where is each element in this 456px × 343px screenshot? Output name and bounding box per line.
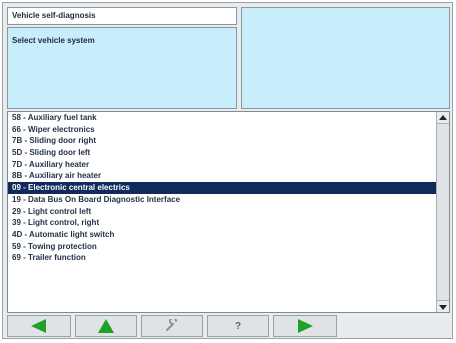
list-item[interactable]: 19 - Data Bus On Board Diagnostic Interf… [8, 194, 436, 206]
up-button[interactable] [75, 315, 137, 337]
list-items-container: 58 - Auxiliary fuel tank 66 - Wiper elect… [8, 112, 436, 312]
list-item[interactable]: 39 - Light control, right [8, 217, 436, 229]
scroll-down-arrow-icon [439, 305, 447, 310]
question-mark-icon: ? [234, 320, 242, 332]
tools-button[interactable] [141, 315, 203, 337]
wrench-icon [166, 319, 177, 331]
list-scrollbar[interactable] [436, 112, 449, 312]
select-prompt: Select vehicle system [7, 27, 237, 109]
list-item[interactable]: 8B - Auxiliary air heater [8, 170, 436, 182]
list-item[interactable]: 66 - Wiper electronics [8, 124, 436, 136]
up-arrow-icon [98, 319, 114, 333]
back-button[interactable] [7, 315, 71, 337]
list-item[interactable]: 29 - Light control left [8, 206, 436, 218]
left-arrow-icon [31, 319, 46, 333]
help-button[interactable]: ? [207, 315, 269, 337]
list-item[interactable]: 7B - Sliding door right [8, 135, 436, 147]
list-item[interactable]: 5D - Sliding door left [8, 147, 436, 159]
right-arrow-icon [298, 319, 313, 333]
bottom-toolbar: ? [7, 315, 450, 337]
list-item[interactable]: 58 - Auxiliary fuel tank [8, 112, 436, 124]
scroll-down-button[interactable] [437, 300, 449, 312]
list-item[interactable]: 69 - Trailer function [8, 252, 436, 264]
list-item-selected[interactable]: 09 - Electronic central electrics [8, 182, 436, 194]
forward-button[interactable] [273, 315, 337, 337]
scroll-up-arrow-icon [439, 115, 447, 120]
info-panel [241, 7, 450, 109]
scroll-up-button[interactable] [437, 112, 449, 124]
list-item[interactable]: 59 - Towing protection [8, 241, 436, 253]
screen-title: Vehicle self-diagnosis [7, 7, 237, 25]
vehicle-system-list[interactable]: 58 - Auxiliary fuel tank 66 - Wiper elect… [7, 111, 450, 313]
diagnostic-screen: Vehicle self-diagnosis Select vehicle sy… [2, 2, 453, 339]
list-item[interactable]: 4D - Automatic light switch [8, 229, 436, 241]
list-item[interactable]: 7D - Auxiliary heater [8, 159, 436, 171]
